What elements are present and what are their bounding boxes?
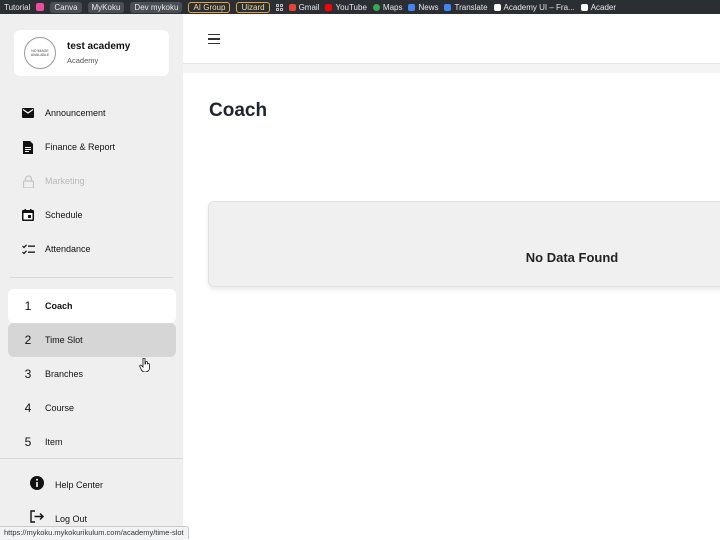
bookmark-academy[interactable]: Acader bbox=[580, 3, 616, 12]
sidebar-item-label: Announcement bbox=[45, 108, 106, 118]
sidebar-item-finance-report[interactable]: Finance & Report bbox=[8, 130, 176, 164]
bookmark-ai-group[interactable]: AI Group bbox=[188, 1, 231, 13]
empty-state-message: No Data Found bbox=[525, 250, 619, 265]
bookmark-pink-icon[interactable] bbox=[36, 3, 45, 11]
figma-icon bbox=[580, 3, 588, 11]
sidebar-item-label: Schedule bbox=[45, 210, 83, 220]
sidebar-item-item[interactable]: 5 Item bbox=[8, 425, 176, 459]
avatar: NO IMAGE AVAILABLE bbox=[24, 37, 56, 69]
bookmark-translate[interactable]: Translate bbox=[444, 3, 488, 12]
sidebar-item-label: Time Slot bbox=[45, 335, 83, 345]
bookmark-mykoku[interactable]: MyKoku bbox=[87, 1, 125, 13]
translate-icon bbox=[444, 3, 452, 11]
sidebar-item-label: Branches bbox=[45, 369, 84, 379]
main-content: Coach No Data Found bbox=[183, 73, 720, 540]
sidebar-item-announcement[interactable]: Announcement bbox=[8, 96, 176, 130]
maps-icon bbox=[372, 3, 380, 11]
mail-icon bbox=[21, 106, 35, 120]
sidebar-item-course[interactable]: 4 Course bbox=[8, 391, 176, 425]
calendar-icon bbox=[21, 208, 35, 222]
page-title: Coach bbox=[209, 100, 268, 121]
bookmarks-bar: Tutorial Canva MyKoku Dev mykoku AI Grou… bbox=[0, 0, 720, 14]
item-number: 4 bbox=[24, 401, 32, 415]
bookmark-gmail[interactable]: Gmail bbox=[288, 3, 319, 12]
sidebar-divider bbox=[10, 277, 173, 278]
youtube-icon bbox=[325, 3, 333, 11]
sidebar-item-marketing: Marketing bbox=[8, 164, 176, 198]
top-bar bbox=[183, 14, 720, 64]
help-center-label: Help Center bbox=[55, 480, 104, 490]
document-icon bbox=[21, 140, 35, 154]
profile-card[interactable]: NO IMAGE AVAILABLE test academy Academy bbox=[14, 30, 169, 76]
item-number: 3 bbox=[24, 367, 32, 381]
bookmark-canva[interactable]: Canva bbox=[50, 1, 82, 13]
lock-icon bbox=[21, 174, 35, 188]
sidebar-item-label: Attendance bbox=[45, 244, 91, 254]
apps-grid-icon[interactable] bbox=[275, 3, 283, 11]
bookmark-youtube[interactable]: YouTube bbox=[325, 3, 367, 12]
checklist-icon bbox=[21, 242, 35, 256]
sidebar-item-label: Coach bbox=[45, 301, 73, 311]
sidebar-item-label: Finance & Report bbox=[45, 142, 116, 152]
sidebar-item-time-slot[interactable]: 2 Time Slot bbox=[8, 323, 176, 357]
sidebar-item-label: Course bbox=[45, 403, 75, 413]
bookmark-tutorial[interactable]: Tutorial bbox=[4, 3, 30, 12]
bookmark-academy-ui[interactable]: Academy UI – Fra... bbox=[493, 3, 575, 12]
info-icon bbox=[30, 475, 44, 495]
hand-cursor-icon bbox=[139, 357, 151, 373]
bookmark-uizard[interactable]: Uizard bbox=[236, 1, 270, 13]
figma-icon bbox=[493, 3, 501, 11]
item-number: 2 bbox=[24, 333, 32, 347]
sidebar-item-label: Marketing bbox=[45, 176, 85, 186]
bookmark-news[interactable]: News bbox=[408, 3, 438, 12]
sidebar-item-schedule[interactable]: Schedule bbox=[8, 198, 176, 232]
news-icon bbox=[408, 3, 416, 11]
hamburger-menu-icon[interactable] bbox=[208, 34, 220, 44]
item-number: 1 bbox=[24, 299, 32, 313]
status-bar-url: https://mykoku.mykokurikulum.com/academy… bbox=[0, 526, 189, 539]
help-center-link[interactable]: Help Center bbox=[30, 475, 103, 495]
sidebar-divider bbox=[0, 458, 183, 459]
sidebar: NO IMAGE AVAILABLE test academy Academy … bbox=[0, 14, 183, 540]
item-number: 5 bbox=[24, 435, 32, 449]
bookmark-dev-mykoku[interactable]: Dev mykoku bbox=[130, 1, 183, 13]
sidebar-item-label: Item bbox=[45, 437, 63, 447]
sidebar-item-attendance[interactable]: Attendance bbox=[8, 232, 176, 266]
empty-state-card: No Data Found bbox=[208, 201, 720, 287]
profile-name: test academy bbox=[67, 41, 131, 52]
bookmark-maps[interactable]: Maps bbox=[372, 3, 402, 12]
gmail-icon bbox=[288, 3, 296, 11]
sidebar-item-coach[interactable]: 1 Coach bbox=[8, 289, 176, 323]
profile-role: Academy bbox=[67, 56, 99, 65]
logout-label: Log Out bbox=[55, 514, 88, 524]
